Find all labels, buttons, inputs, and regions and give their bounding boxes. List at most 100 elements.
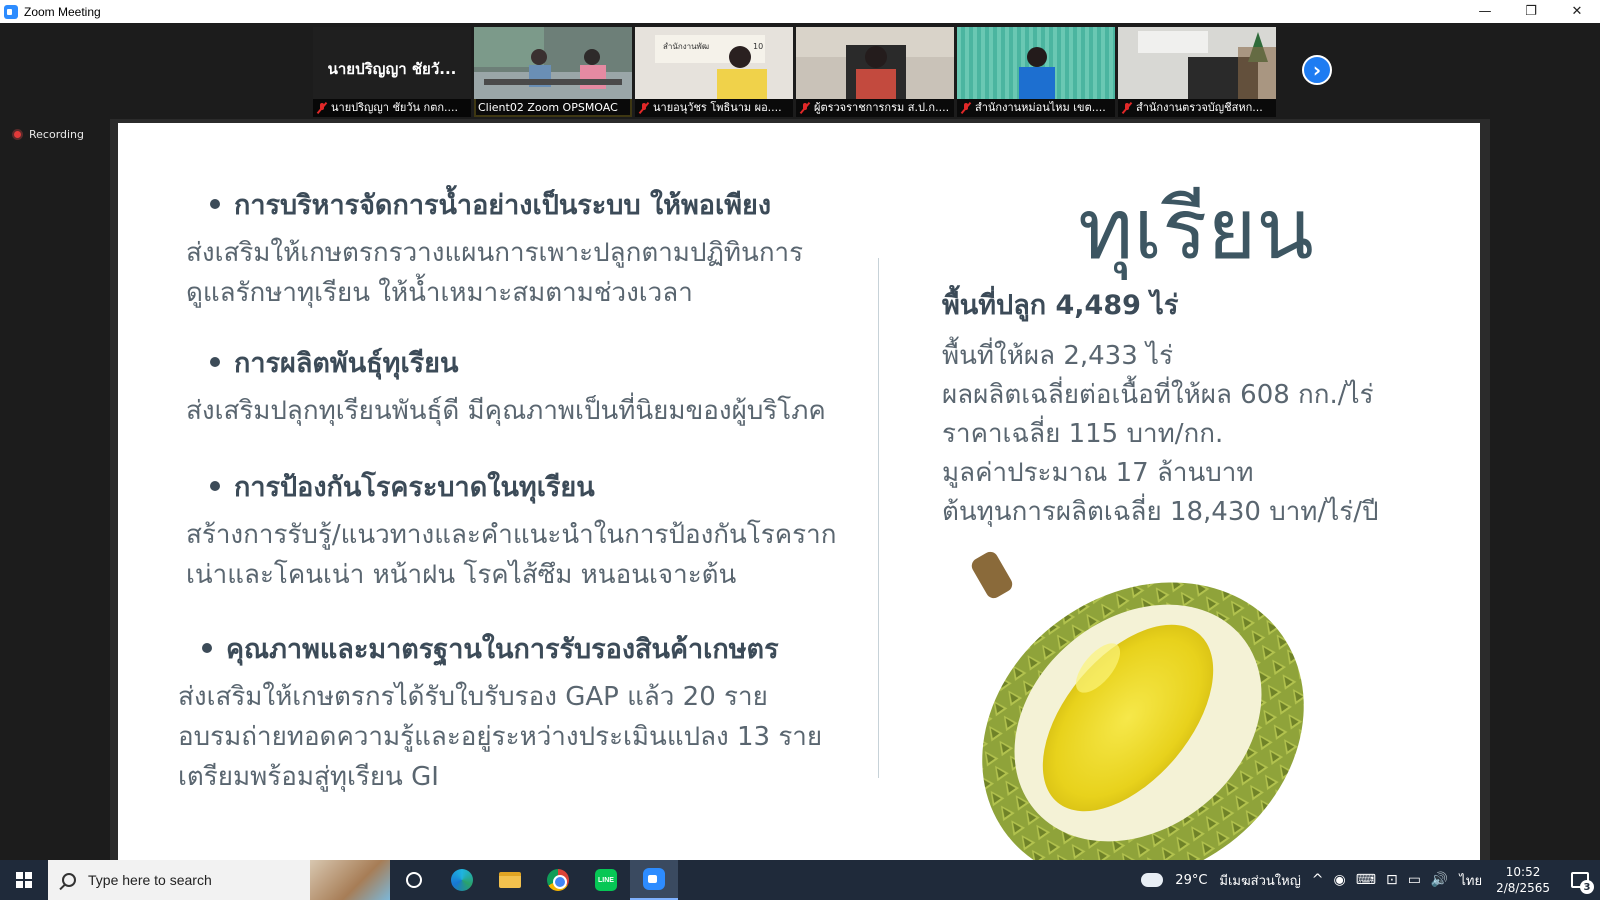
participant-tile[interactable]: สำนักงานตรวจบัญชีสหก... (1118, 27, 1276, 117)
start-button[interactable] (0, 860, 48, 900)
stat-line: ต้นทุนการผลิตเฉลี่ย 18,430 บาท/ไร่/ปี (942, 497, 1379, 527)
search-placeholder: Type here to search (88, 872, 212, 888)
zoom-app-icon (4, 4, 18, 19)
weather-temperature[interactable]: 29°C (1175, 873, 1207, 888)
section-line: ส่งเสริมปลุกทุเรียนพันธุ์ดี มีคุณภาพเป็น… (186, 396, 826, 426)
bullet-icon (210, 480, 220, 491)
task-view-icon (406, 872, 422, 888)
mic-muted-icon (800, 102, 810, 114)
section-line: สร้างการรับรู้/แนวทางและคำแนะนำในการป้อง… (186, 520, 837, 550)
participant-video (1118, 27, 1276, 99)
edge-icon (451, 869, 473, 891)
participant-video (957, 27, 1115, 99)
mic-muted-icon (961, 102, 971, 114)
participant-tile[interactable]: นายปริญญา ชัยวั... นายปริญญา ชัยวัน กตก.… (313, 27, 471, 117)
section-text: สร้างการรับรู้/แนวทางและคำแนะนำในการป้อง… (186, 515, 836, 595)
system-tray: 29°C มีเมฆส่วนใหญ่ ^ ◉ ⌨ ⊡ ▭ 🔊 ไทย 10:52… (1141, 860, 1600, 900)
network-icon[interactable]: ▭ (1408, 872, 1421, 888)
zoom-icon (643, 868, 665, 890)
participant-caption: สำนักงานหม่อนไหม เขต.... (957, 99, 1115, 117)
record-status-icon[interactable]: ◉ (1334, 872, 1346, 888)
search-icon (62, 873, 76, 887)
participant-name: นายปริญญา ชัยวัน กตก.... (331, 101, 459, 114)
mic-muted-icon (1122, 102, 1132, 114)
bullet-icon (202, 642, 212, 653)
recording-dot-icon (12, 129, 23, 140)
slide-title: ทุเรียน (1078, 180, 1314, 278)
shared-slide: การบริหารจัดการน้ำอย่างเป็นระบบ ให้พอเพี… (118, 123, 1480, 860)
participant-name: Client02 Zoom OPSMOAC (478, 101, 618, 114)
show-hidden-icons-icon[interactable]: ^ (1312, 872, 1324, 888)
recording-indicator[interactable]: Recording (12, 128, 84, 141)
recording-label: Recording (29, 128, 85, 141)
windows-logo-icon (16, 872, 32, 888)
participant-caption: ผู้ตรวจราชการกรม ส.ป.ก.... (796, 99, 954, 117)
section-line: ดูแลรักษาทุเรียน ให้น้ำเหมาะสมตามช่วงเวล… (186, 278, 693, 308)
section-heading: คุณภาพและมาตรฐานในการรับรองสินค้าเกษตร (202, 627, 779, 670)
zoom-taskbar-button[interactable] (630, 860, 678, 900)
section-line: เน่าและโคนเน่า หน้าฝน โรคไส้ซึม หนอนเจาะ… (186, 560, 737, 590)
section-line: อบรมถ่ายทอดความรู้และอยู่ระหว่างประเมินแ… (178, 722, 823, 752)
mic-muted-icon (639, 102, 649, 114)
close-button[interactable]: ✕ (1554, 0, 1600, 23)
section-line: เตรียมพร้อมสู่ทุเรียน GI (178, 762, 439, 792)
clock-date: 2/8/2565 (1496, 881, 1550, 895)
weather-description[interactable]: มีเมฆส่วนใหญ่ (1219, 870, 1300, 891)
participant-tile[interactable]: Client02 Zoom OPSMOAC (474, 27, 632, 117)
stat-line: ราคาเฉลี่ย 115 บาท/กก. (942, 419, 1224, 449)
participant-caption: นายปริญญา ชัยวัน กตก.... (313, 99, 471, 117)
participant-caption: นายอนุวัชร โพธินาม ผอ.... (635, 99, 793, 117)
section-heading: การป้องกันโรคระบาดในทุเรียน (210, 465, 595, 508)
participant-video: สำนักงานพัฒ 10 (635, 27, 793, 99)
folder-icon (499, 872, 521, 888)
clock[interactable]: 10:52 2/8/2565 (1496, 864, 1550, 896)
participant-name: ผู้ตรวจราชการกรม ส.ป.ก.... (814, 101, 950, 114)
participant-tile[interactable]: สำนักงานหม่อนไหม เขต.... (957, 27, 1115, 117)
notifications-button[interactable]: 3 (1560, 860, 1600, 900)
minimize-button[interactable]: — (1462, 0, 1508, 23)
section-line: ส่งเสริมให้เกษตรกรได้รับใบรับรอง GAP แล้… (178, 682, 768, 712)
edge-taskbar-button[interactable] (438, 860, 486, 900)
stat-line: พื้นที่ให้ผล 2,433 ไร่ (942, 341, 1174, 371)
file-explorer-button[interactable] (486, 860, 534, 900)
section-text: ส่งเสริมปลุกทุเรียนพันธุ์ดี มีคุณภาพเป็น… (186, 391, 826, 431)
thumb-sign-text: สำนักงานพัฒ (663, 42, 709, 51)
section-text: ส่งเสริมให้เกษตรกรได้รับใบรับรอง GAP แล้… (178, 677, 822, 797)
input-language[interactable]: ไทย (1459, 870, 1482, 891)
restore-button[interactable]: ❐ (1508, 0, 1554, 23)
mic-muted-icon (317, 102, 327, 114)
cloudy-weather-icon (1141, 868, 1164, 887)
volume-icon[interactable]: 🔊 (1431, 872, 1448, 888)
chrome-taskbar-button[interactable] (534, 860, 582, 900)
participant-tile[interactable]: สำนักงานพัฒ 10 นายอนุวัชร โพธินาม ผอ.... (635, 27, 793, 117)
stat-line: ผลผลิตเฉลี่ยต่อเนื้อที่ให้ผล 608 กก./ไร่ (942, 380, 1374, 410)
participant-tile[interactable]: ผู้ตรวจราชการกรม ส.ป.ก.... (796, 27, 954, 117)
window-titlebar: Zoom Meeting — ❐ ✕ (0, 0, 1600, 23)
durian-image (971, 551, 1304, 860)
section-text: ส่งเสริมให้เกษตรกรวางแผนการเพาะปลูกตามปฏ… (186, 233, 803, 313)
line-icon: LINE (595, 869, 617, 891)
windows-taskbar: Type here to search LINE 29°C มีเมฆส่วนใ… (0, 860, 1600, 900)
participant-caption: Client02 Zoom OPSMOAC (474, 99, 632, 117)
window-title: Zoom Meeting (24, 4, 101, 19)
participant-name: นายอนุวัชร โพธินาม ผอ.... (653, 101, 782, 114)
participant-video (796, 27, 954, 99)
stat-line: มูลค่าประมาณ 17 ล้านบาท (942, 458, 1254, 488)
search-highlight-image (310, 860, 390, 900)
meet-now-icon[interactable]: ⌨ (1356, 872, 1376, 888)
task-view-button[interactable] (390, 860, 438, 900)
participant-caption: สำนักงานตรวจบัญชีสหก... (1118, 99, 1276, 117)
taskbar-search[interactable]: Type here to search (48, 860, 390, 900)
bullet-icon (210, 198, 220, 209)
clock-time: 10:52 (1505, 865, 1541, 879)
participant-display-name: นายปริญญา ชัยวั... (327, 60, 457, 78)
next-page-arrow-icon[interactable]: › (1302, 55, 1332, 85)
line-taskbar-button[interactable]: LINE (582, 860, 630, 900)
security-icon[interactable]: ⊡ (1386, 872, 1398, 888)
notification-count: 3 (1580, 880, 1594, 894)
bullet-icon (210, 356, 220, 367)
window-controls: — ❐ ✕ (1462, 0, 1600, 23)
participant-name: สำนักงานตรวจบัญชีสหก... (1136, 101, 1263, 114)
thumb-sign-number: 10 (753, 42, 763, 51)
participant-strip: นายปริญญา ชัยวั... นายปริญญา ชัยวัน กตก.… (313, 27, 1276, 117)
